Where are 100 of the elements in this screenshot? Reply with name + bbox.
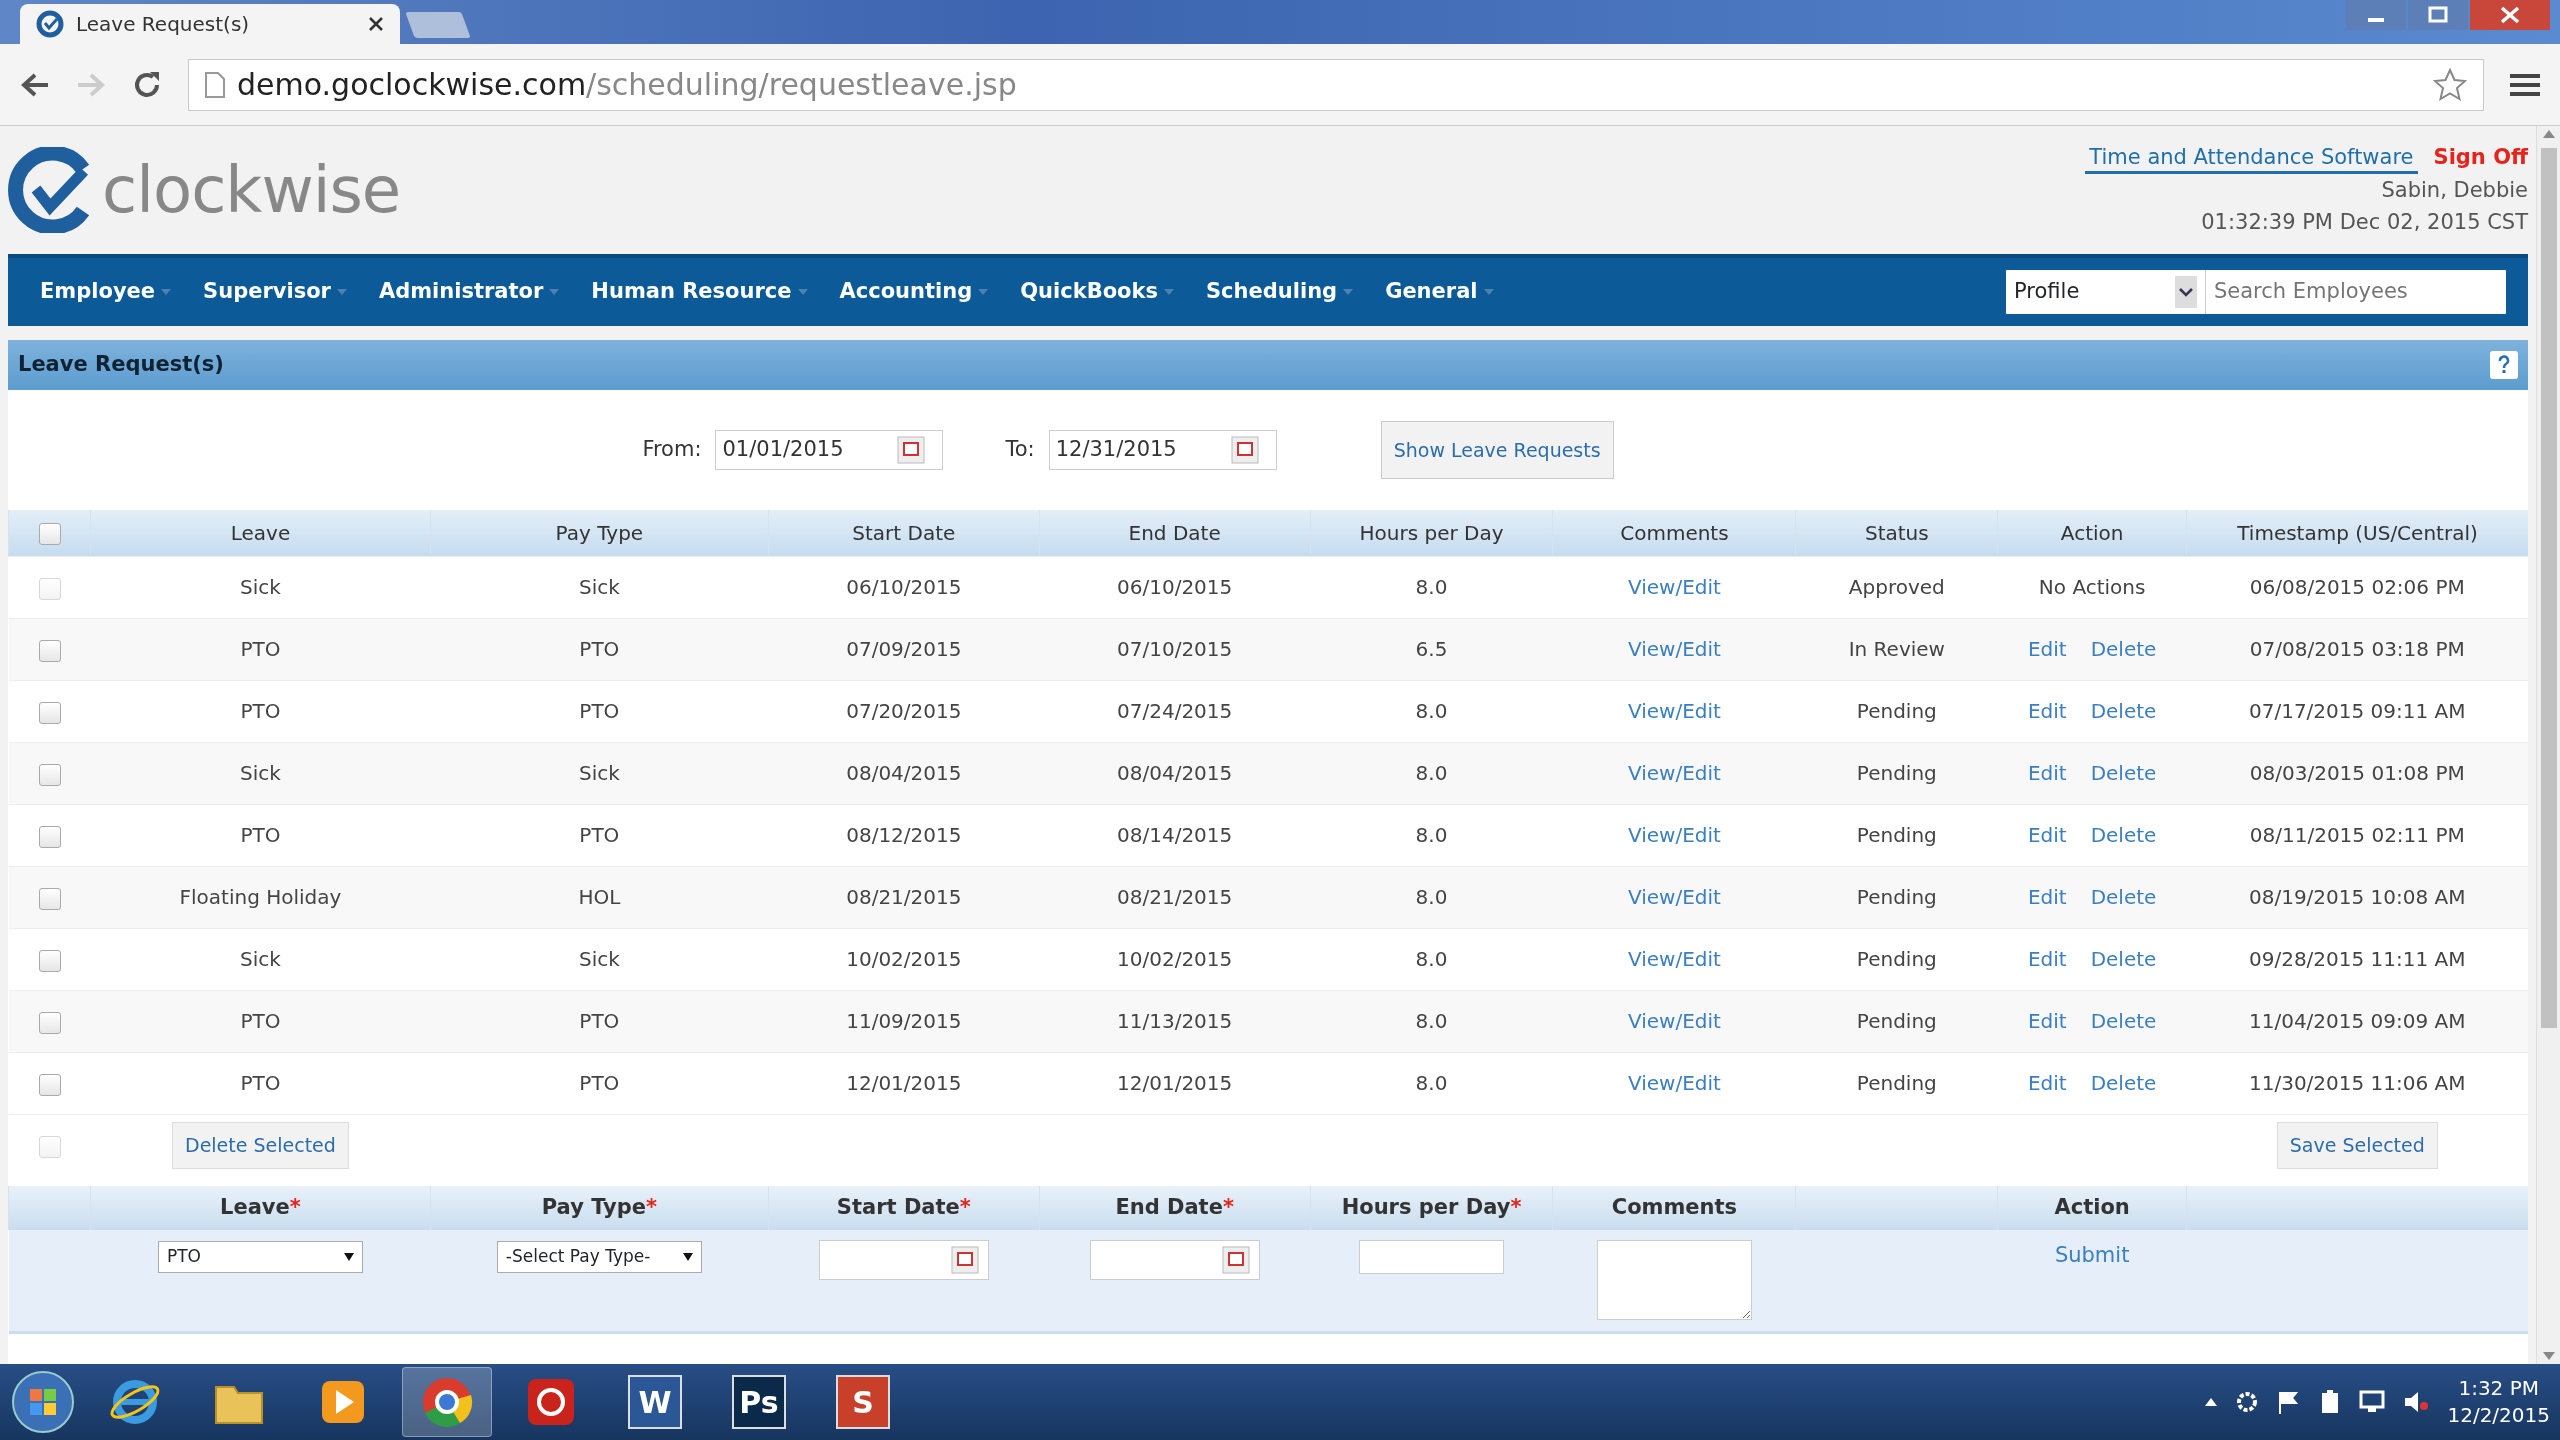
checkbox[interactable] (38, 825, 61, 848)
star-icon[interactable] (2433, 67, 2467, 102)
show-leave-requests-button[interactable]: Show Leave Requests (1380, 420, 1614, 480)
calendar-icon[interactable] (896, 435, 927, 465)
table-cell: HOL (578, 885, 621, 909)
taskbar-button[interactable]: W (610, 1367, 700, 1437)
url-text: demo.goclockwise.com/scheduling/requestleave.jsp (237, 66, 1017, 104)
date-field[interactable]: 01/01/2015 (715, 430, 944, 470)
nav-menu-item[interactable]: Scheduling (1196, 276, 1376, 308)
delete-link[interactable]: Delete (2090, 947, 2157, 971)
edit-link[interactable]: Edit (2027, 699, 2067, 723)
taskbar-button[interactable] (402, 1367, 492, 1437)
checkbox[interactable] (38, 763, 61, 786)
dropdown-arrow-icon (343, 1252, 354, 1261)
view-edit-link[interactable]: View/Edit (1627, 947, 1721, 971)
browser-tab[interactable]: Leave Request(s) (20, 4, 400, 44)
delete-link[interactable]: Delete (2090, 885, 2157, 909)
table-cell: 11/13/2015 (1117, 1009, 1233, 1033)
select-field[interactable]: -Select Pay Type- (496, 1240, 702, 1273)
comments-field[interactable] (1596, 1240, 1752, 1320)
dropdown-arrow-icon (682, 1252, 693, 1261)
date-time: 01:32:39 PM Dec 02, 2015 CST (2201, 210, 2528, 235)
view-edit-link[interactable]: View/Edit (1627, 699, 1721, 723)
reload-icon[interactable] (132, 69, 162, 100)
search-field[interactable]: Search Employees (2206, 270, 2506, 314)
nav-menu-item[interactable]: QuickBooks (1010, 276, 1196, 308)
minimize-icon[interactable] (2346, 0, 2406, 30)
speaker-icon[interactable] (2403, 1390, 2430, 1414)
scroll-up-icon[interactable] (2542, 130, 2555, 138)
scroll-down-icon[interactable] (2542, 1352, 2555, 1360)
maximize-icon[interactable] (2408, 0, 2468, 30)
up-arrow-icon[interactable] (2205, 1398, 2218, 1406)
date-field[interactable] (1089, 1240, 1260, 1280)
table-cell: Sick (240, 947, 281, 971)
table-cell: 10/02/2015 (846, 947, 962, 971)
edit-link[interactable]: Edit (2027, 1071, 2067, 1095)
calendar-icon[interactable] (1229, 435, 1260, 465)
save-selected-button[interactable]: Save Selected (2276, 1122, 2438, 1169)
taskbar-button[interactable]: Ps (714, 1367, 804, 1437)
sign-off-link[interactable]: Sign Off (2433, 145, 2528, 170)
input-field[interactable] (1359, 1240, 1504, 1274)
status-text: Pending (1856, 823, 1937, 847)
table-cell: 11/30/2015 11:06 AM (2248, 1071, 2466, 1095)
delete-selected-button[interactable]: Delete Selected (172, 1122, 349, 1169)
edit-link[interactable]: Edit (2027, 637, 2067, 661)
close-icon[interactable] (368, 16, 384, 32)
checkbox[interactable] (38, 887, 61, 910)
checkbox[interactable] (38, 701, 61, 724)
view-edit-link[interactable]: View/Edit (1627, 637, 1721, 661)
menu-icon[interactable] (2510, 71, 2540, 98)
edit-link[interactable]: Edit (2027, 885, 2067, 909)
delete-link[interactable]: Delete (2090, 1009, 2157, 1033)
edit-link[interactable]: Edit (2027, 947, 2067, 971)
edit-link[interactable]: Edit (2027, 761, 2067, 785)
checkbox[interactable] (38, 1011, 61, 1034)
table-cell: 07/09/2015 (846, 637, 962, 661)
submit-link[interactable]: Submit (2054, 1243, 2130, 1267)
date-field[interactable] (818, 1240, 989, 1280)
select-field[interactable]: PTO (157, 1240, 363, 1273)
delete-link[interactable]: Delete (2090, 761, 2157, 785)
address-bar[interactable]: demo.goclockwise.com/scheduling/requestleave.jsp (188, 58, 2484, 111)
edit-link[interactable]: Edit (2027, 1009, 2067, 1033)
view-edit-link[interactable]: View/Edit (1627, 1071, 1721, 1095)
caret-icon (797, 289, 808, 295)
monitor-icon[interactable] (2359, 1390, 2386, 1414)
nav-menu-item[interactable]: Employee (30, 276, 194, 308)
checkbox[interactable] (38, 639, 61, 662)
table-cell: 06/10/2015 (1117, 575, 1233, 599)
profile-select[interactable]: Profile (2006, 270, 2206, 314)
nav-menu-item[interactable]: Administrator (368, 276, 582, 308)
checkbox[interactable] (38, 1073, 61, 1096)
table-cell: 08/11/2015 02:11 PM (2249, 823, 2465, 847)
start-orb-icon[interactable] (10, 1369, 76, 1435)
calendar-icon[interactable] (949, 1245, 980, 1275)
view-edit-link[interactable]: View/Edit (1627, 885, 1721, 909)
delete-link[interactable]: Delete (2090, 637, 2157, 661)
view-edit-link[interactable]: View/Edit (1627, 823, 1721, 847)
edit-link[interactable]: Edit (2027, 823, 2067, 847)
delete-link[interactable]: Delete (2090, 699, 2157, 723)
checkbox[interactable] (38, 523, 61, 546)
delete-link[interactable]: Delete (2090, 1071, 2157, 1095)
delete-link[interactable]: Delete (2090, 823, 2157, 847)
nav-menu-item[interactable]: Supervisor (193, 276, 369, 308)
gear-icon[interactable] (2235, 1390, 2260, 1414)
nav-menu-item[interactable]: General (1375, 276, 1516, 308)
taskbar-clock[interactable]: 1:32 PM 12/2/2015 (2447, 1375, 2550, 1429)
help-icon[interactable] (2490, 351, 2518, 379)
scrollbar-thumb[interactable] (2540, 148, 2557, 1028)
table-cell: 06/10/2015 (846, 575, 962, 599)
nav-menu-item[interactable]: Human Resource (581, 276, 830, 308)
view-edit-link[interactable]: View/Edit (1627, 1009, 1721, 1033)
view-edit-link[interactable]: View/Edit (1627, 761, 1721, 785)
table-cell: Sick (578, 575, 620, 599)
checkbox[interactable] (38, 949, 61, 972)
calendar-icon[interactable] (1220, 1245, 1251, 1275)
nav-menu-item[interactable]: Accounting (829, 276, 1011, 308)
top-link[interactable]: Time and Attendance Software (2085, 145, 2418, 175)
date-field[interactable]: 12/31/2015 (1048, 430, 1277, 470)
caret-icon (161, 289, 172, 295)
taskbar-button[interactable]: S (818, 1367, 908, 1437)
